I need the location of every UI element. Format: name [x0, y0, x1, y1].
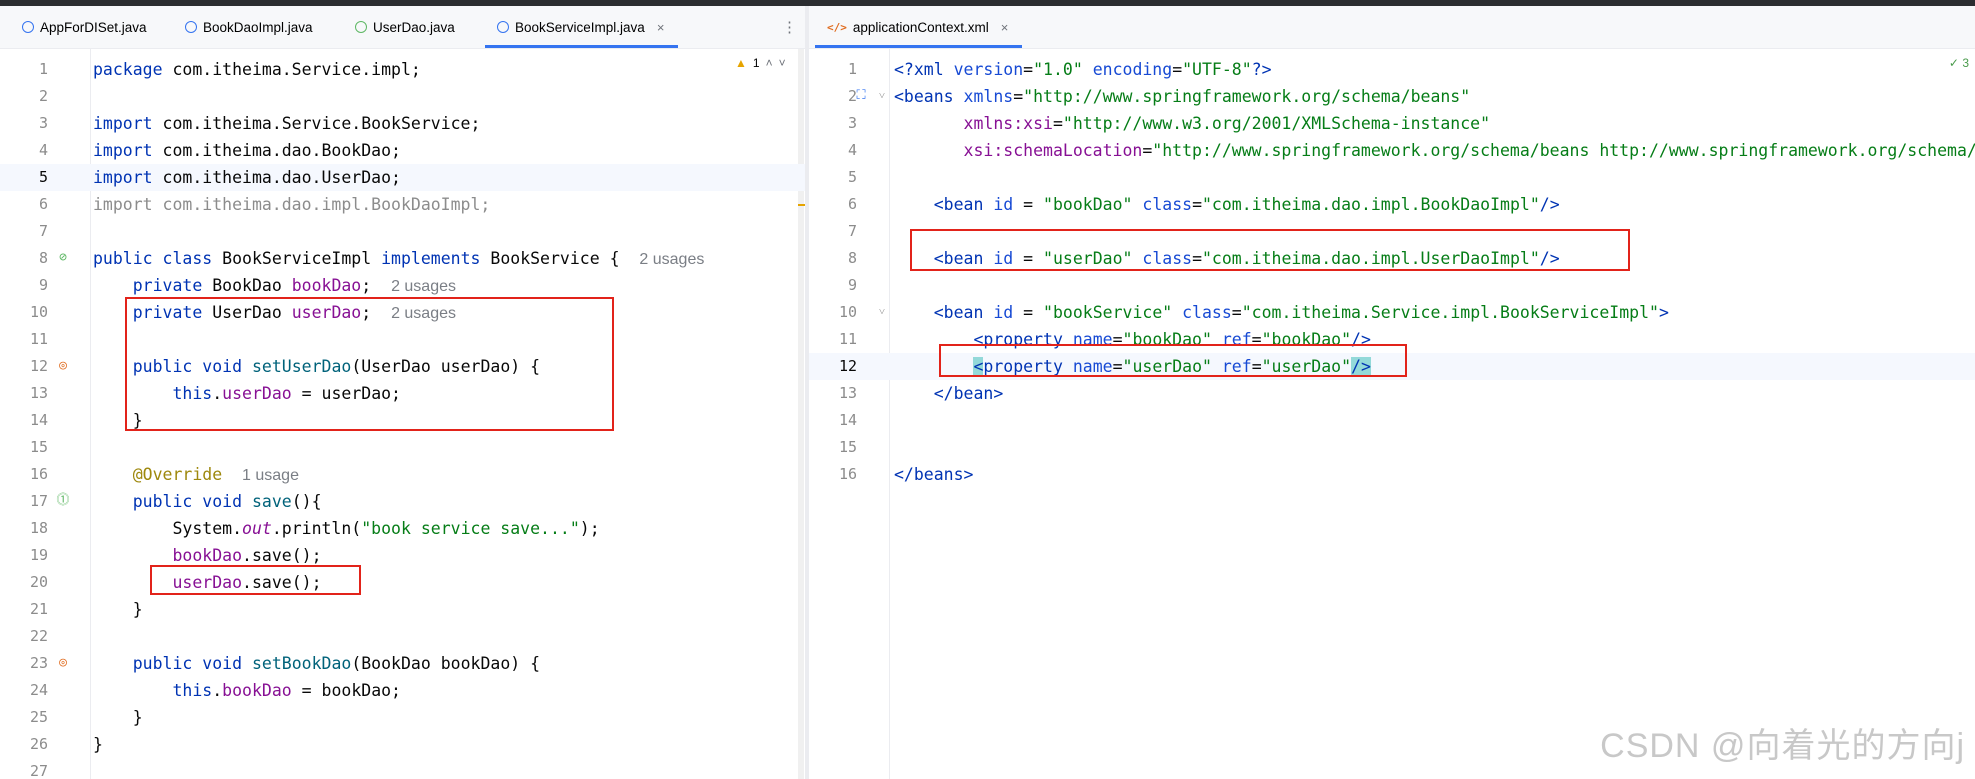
override-method-icon[interactable]: ◎ — [55, 655, 71, 671]
class-icon — [497, 21, 509, 33]
code-line: 19 bookDao.save(); — [29, 546, 322, 565]
tab-label: applicationContext.xml — [852, 19, 989, 35]
usages-hint[interactable]: 2 usages — [391, 305, 456, 322]
code-line: 27 — [29, 762, 48, 779]
code-line: 24 this.bookDao = bookDao; — [29, 681, 401, 700]
code-line-current: 12 <property name="userDao" ref="userDao… — [809, 353, 1975, 380]
close-icon[interactable]: × — [657, 20, 665, 35]
code-line: 21 } — [29, 600, 143, 619]
tab-label: AppForDISet.java — [40, 19, 147, 35]
implements-method-icon[interactable]: ⓵ — [55, 493, 71, 509]
code-line: 16 </beans> — [838, 465, 974, 484]
java-editor-pane: AppForDISet.java BookDaoImpl.java UserDa… — [0, 6, 805, 779]
override-method-icon[interactable]: ◎ — [55, 358, 71, 374]
more-options-icon[interactable]: ⋮ — [782, 18, 797, 36]
class-icon — [22, 21, 34, 33]
xml-editor-pane: </> applicationContext.xml × ✓ 3 1 <?xml … — [809, 6, 1975, 779]
tab-bookdaoimpl[interactable]: BookDaoImpl.java — [185, 6, 313, 48]
tab-appfordiset[interactable]: AppForDISet.java — [22, 6, 147, 48]
code-line: 8 <bean id = "userDao" class="com.itheim… — [847, 249, 1560, 268]
code-line: 14 — [838, 411, 857, 429]
code-line: 11 — [29, 330, 48, 348]
tab-bookserviceimpl[interactable]: BookServiceImpl.java × — [485, 6, 679, 48]
code-line: 13 this.userDao = userDao; — [29, 384, 401, 403]
code-line: 3 xmlns:xsi="http://www.w3.org/2001/XMLS… — [847, 114, 1491, 133]
code-line: 2 — [38, 87, 48, 105]
code-line: 25 } — [29, 708, 143, 727]
code-line: 18 System.out.println("book service save… — [29, 519, 600, 538]
implements-icon[interactable]: ⊘ — [55, 250, 71, 266]
class-icon — [185, 21, 197, 33]
code-line: 6 import com.itheima.dao.impl.BookDaoImpl… — [38, 195, 491, 214]
code-line: 9 — [847, 276, 857, 294]
code-line: 12 ◎ public void setUserDao(UserDao userD… — [29, 357, 541, 376]
code-line: 4 import com.itheima.dao.BookDao; — [38, 141, 401, 160]
code-line: 4 xsi:schemaLocation="http://www.springf… — [847, 141, 1975, 160]
code-line: 16 @Override 1 usage — [29, 465, 299, 484]
tab-label: BookDaoImpl.java — [203, 19, 313, 35]
tab-label: BookServiceImpl.java — [515, 19, 645, 35]
xml-icon: </> — [827, 20, 847, 34]
close-icon[interactable]: × — [1001, 20, 1009, 35]
fold-chevron-icon[interactable]: ˅ — [874, 88, 890, 104]
code-line: 17 ⓵ public void save(){ — [29, 492, 322, 511]
code-line: 1 <?xml version="1.0" encoding="UTF-8"?> — [847, 60, 1272, 79]
code-line: 9 private BookDao bookDao; 2 usages — [38, 276, 456, 295]
code-line: 26} — [29, 735, 103, 754]
code-line: 15 — [838, 438, 857, 456]
right-tab-bar: </> applicationContext.xml × — [809, 6, 1975, 49]
code-line: 10 ˅ <bean id = "bookService" class="com.… — [838, 303, 1669, 322]
watermark: CSDN @向着光的方向j — [1600, 727, 1965, 765]
usages-hint[interactable]: 2 usages — [639, 251, 704, 268]
code-line: 11 <property name="bookDao" ref="bookDao… — [838, 330, 1371, 349]
code-line: 22 — [29, 627, 48, 645]
code-line: 6 <bean id = "bookDao" class="com.itheim… — [847, 195, 1560, 214]
code-line: 13 </bean> — [838, 384, 1004, 403]
usages-hint[interactable]: 1 usage — [242, 467, 299, 484]
code-line: 8 ⊘ public class BookServiceImpl implement… — [38, 249, 705, 268]
tab-applicationcontext[interactable]: </> applicationContext.xml × — [815, 6, 1023, 48]
usages-hint[interactable]: 2 usages — [391, 278, 456, 295]
code-line: 23 ◎ public void setBookDao(BookDao bookD… — [29, 654, 541, 673]
code-line: 3 import com.itheima.Service.BookService; — [38, 114, 481, 133]
code-line: 1 package com.itheima.Service.impl; — [38, 60, 421, 79]
code-line: 7 — [38, 222, 48, 240]
code-line: 2 ⛶ ˅ <beans xmlns="http://www.springframew… — [847, 87, 1471, 106]
fold-chevron-icon[interactable]: ˅ — [874, 304, 890, 320]
bean-structure-icon[interactable]: ⛶ — [853, 88, 869, 104]
tab-userdao[interactable]: UserDao.java — [355, 6, 455, 48]
left-tab-bar: AppForDISet.java BookDaoImpl.java UserDa… — [0, 6, 805, 49]
code-line: 7 — [847, 222, 857, 240]
code-line: 15 — [29, 438, 48, 456]
interface-icon — [355, 21, 367, 33]
tab-label: UserDao.java — [373, 19, 455, 35]
code-line: 10 private UserDao userDao; 2 usages — [29, 303, 456, 322]
code-line: 14 } — [29, 411, 143, 430]
code-line: 5 — [847, 168, 857, 186]
code-line-current: 5 import com.itheima.dao.UserDao; — [0, 164, 805, 191]
code-line: 20 userDao.save(); — [29, 573, 322, 592]
